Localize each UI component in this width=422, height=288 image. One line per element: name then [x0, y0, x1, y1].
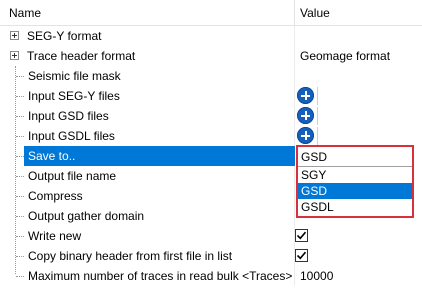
input-gsdl-files-label: Input GSDL files — [28, 129, 115, 143]
input-gsd-files-label: Input GSD files — [28, 109, 109, 123]
write-new-checkbox[interactable] — [295, 229, 308, 242]
row-input-segy-files[interactable]: Input SEG-Y files — [0, 86, 422, 106]
add-plus-circle-icon[interactable] — [297, 127, 314, 144]
row-name-cell: Compress — [0, 186, 295, 206]
dropdown-option-gsd[interactable]: GSD — [298, 183, 412, 199]
max-traces-value-cell[interactable]: 10000 — [295, 266, 422, 286]
output-gather-domain-label: Output gather domain — [28, 209, 145, 223]
name-column-header[interactable]: Name — [0, 0, 295, 25]
row-segy-format[interactable]: SEG-Y format — [0, 26, 422, 46]
row-name-cell: Seismic file mask — [0, 66, 295, 86]
button-separator — [317, 87, 318, 105]
save-to-dropdown[interactable]: GSD SGY GSD GSDL — [296, 145, 414, 218]
dropdown-current-value[interactable]: GSD — [298, 147, 412, 167]
max-traces-label: Maximum number of traces in read bulk <T… — [28, 269, 293, 283]
tree-branch-line — [16, 76, 24, 77]
tree-branch-line — [16, 156, 24, 157]
seismic-file-mask-value-cell[interactable] — [295, 66, 422, 86]
segy-format-label: SEG-Y format — [27, 29, 102, 43]
tree-branch-line — [16, 196, 24, 197]
row-copy-binary-header[interactable]: Copy binary header from first file in li… — [0, 246, 422, 266]
add-plus-circle-icon[interactable] — [297, 87, 314, 104]
selected-row-highlight: Save to.. — [24, 146, 295, 166]
trace-header-format-value: Geomage format — [300, 49, 391, 63]
compress-label: Compress — [28, 189, 83, 203]
row-name-cell: Output gather domain — [0, 206, 295, 226]
row-name-cell: Output file name — [0, 166, 295, 186]
row-max-traces[interactable]: Maximum number of traces in read bulk <T… — [0, 266, 422, 286]
button-separator — [317, 127, 318, 145]
copy-binary-header-label: Copy binary header from first file in li… — [28, 249, 233, 263]
output-file-name-label: Output file name — [28, 169, 117, 183]
tree-branch-line — [16, 136, 24, 137]
row-name-cell: Maximum number of traces in read bulk <T… — [0, 266, 295, 286]
seismic-file-mask-label: Seismic file mask — [28, 69, 121, 83]
tree-branch-line — [16, 176, 24, 177]
max-traces-value: 10000 — [300, 269, 334, 283]
write-new-label: Write new — [28, 229, 82, 243]
row-name-cell: Input GSDL files — [0, 126, 295, 146]
write-new-value-cell — [295, 226, 422, 246]
dropdown-option-sgy[interactable]: SGY — [298, 167, 412, 183]
expand-plus-icon[interactable] — [10, 51, 19, 60]
trace-header-format-value-cell[interactable]: Geomage format — [295, 46, 422, 66]
row-name-cell: Input SEG-Y files — [0, 86, 295, 106]
copy-binary-header-value-cell — [295, 246, 422, 266]
tree-branch-line — [16, 216, 24, 217]
segy-format-value-cell[interactable] — [295, 26, 422, 46]
tree-branch-line — [16, 116, 24, 117]
input-gsd-files-value-cell[interactable] — [295, 106, 422, 126]
button-separator — [317, 107, 318, 125]
input-segy-files-value-cell[interactable] — [295, 86, 422, 106]
property-grid: Name Value SEG-Y format Trace header for… — [0, 0, 422, 288]
input-segy-files-label: Input SEG-Y files — [28, 89, 120, 103]
dropdown-option-text: SGY — [301, 168, 327, 182]
row-name-cell: SEG-Y format — [0, 26, 295, 46]
trace-header-format-label: Trace header format — [27, 49, 136, 63]
tree-branch-line — [16, 276, 24, 277]
tree-branch-line — [16, 96, 24, 97]
row-name-cell: Copy binary header from first file in li… — [0, 246, 295, 266]
row-name-cell: Input GSD files — [0, 106, 295, 126]
tree-branch-line — [16, 256, 24, 257]
expand-plus-icon[interactable] — [10, 31, 19, 40]
checkmark-icon — [296, 231, 307, 240]
row-name-cell: Save to.. — [0, 146, 295, 166]
row-name-cell: Write new — [0, 226, 295, 246]
grid-header: Name Value — [0, 0, 422, 26]
tree-branch-line — [16, 236, 24, 237]
row-trace-header-format[interactable]: Trace header format Geomage format — [0, 46, 422, 66]
row-seismic-file-mask[interactable]: Seismic file mask — [0, 66, 422, 86]
row-input-gsdl-files[interactable]: Input GSDL files — [0, 126, 422, 146]
dropdown-current-text: GSD — [301, 150, 328, 164]
save-to-label: Save to.. — [28, 149, 76, 163]
value-column-header[interactable]: Value — [295, 0, 422, 25]
dropdown-option-gsdl[interactable]: GSDL — [298, 199, 412, 215]
copy-binary-header-checkbox[interactable] — [295, 249, 308, 262]
dropdown-option-text: GSD — [301, 184, 328, 198]
input-gsdl-files-value-cell[interactable] — [295, 126, 422, 146]
dropdown-option-text: GSDL — [301, 200, 334, 214]
add-plus-circle-icon[interactable] — [297, 107, 314, 124]
row-input-gsd-files[interactable]: Input GSD files — [0, 106, 422, 126]
row-name-cell: Trace header format — [0, 46, 295, 66]
checkmark-icon — [296, 251, 307, 260]
row-write-new[interactable]: Write new — [0, 226, 422, 246]
